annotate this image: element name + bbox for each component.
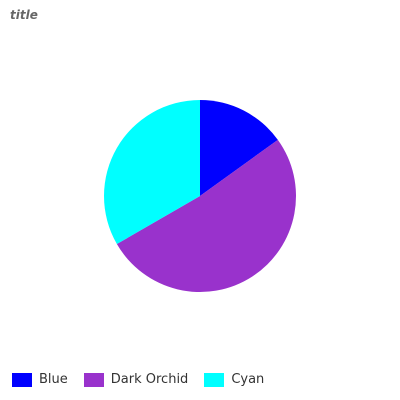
legend-item-blue: Blue (12, 372, 68, 387)
legend-label-dark-orchid: Dark Orchid (110, 372, 189, 387)
legend-swatch-cyan (204, 372, 225, 387)
legend: Blue Dark Orchid Cyan (12, 372, 280, 387)
legend-swatch-dark-orchid (83, 372, 104, 387)
pie-slices (104, 100, 296, 292)
legend-item-cyan: Cyan (204, 372, 264, 387)
legend-item-dark-orchid: Dark Orchid (83, 372, 189, 387)
legend-label-cyan: Cyan (231, 372, 265, 387)
legend-swatch-blue (12, 372, 32, 387)
pie-chart (104, 100, 296, 292)
legend-label-blue: Blue (39, 372, 68, 387)
